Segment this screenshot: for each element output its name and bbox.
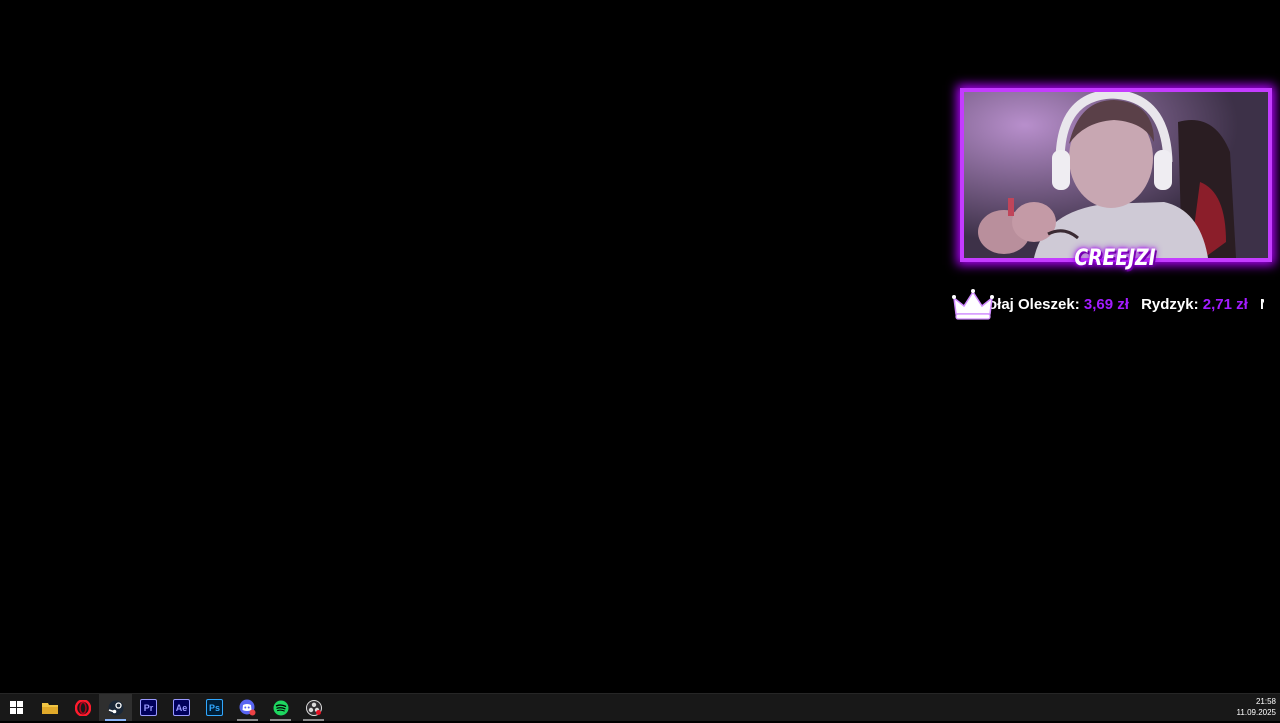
donation-amount: 2,71 zł [1202,296,1248,313]
clock-date: 11.09.2025 [1236,708,1276,717]
taskbar-opera[interactable] [66,694,99,721]
webcam-frame [960,88,1272,262]
donor-name: ołaj Oleszek: [988,296,1080,313]
after-effects-icon: Ae [173,699,190,716]
taskbar-after-effects[interactable]: Ae [165,694,198,721]
taskbar: Pr Ae Ps 21:58 11.09.2025 [0,693,1280,721]
streamer-name: CREEJZI [1074,246,1156,271]
donation-ticker: ołaj Oleszek: 3,69 zł Rydzyk: 2,71 zł N [950,288,1268,324]
start-button[interactable] [0,694,33,721]
taskbar-file-explorer[interactable] [33,694,66,721]
premiere-pro-icon: Pr [140,699,157,716]
ticker-track: ołaj Oleszek: 3,69 zł Rydzyk: 2,71 zł N [988,296,1264,313]
donor-name: N [1260,296,1264,313]
steam-icon [108,700,123,715]
donor-name: Rydzyk: [1141,296,1199,313]
taskbar-obs[interactable] [297,694,330,721]
donation-amount: 3,69 zł [1083,296,1129,313]
discord-icon [239,699,256,716]
taskbar-steam[interactable] [99,694,132,721]
taskbar-discord[interactable] [231,694,264,721]
spotify-icon [273,700,288,715]
taskbar-premiere-pro[interactable]: Pr [132,694,165,721]
running-indicator [270,719,291,721]
taskbar-spotify[interactable] [264,694,297,721]
folder-icon [41,702,58,714]
crown-icon [952,289,994,320]
windows-logo-icon [10,701,23,714]
webcam-feed [964,92,1268,258]
active-indicator [105,719,126,721]
taskbar-photoshop[interactable]: Ps [198,694,231,721]
opera-icon [74,699,91,716]
photoshop-icon: Ps [206,699,223,716]
system-clock[interactable]: 21:58 11.09.2025 [1216,694,1276,723]
clock-time: 21:58 [1255,697,1276,706]
obs-icon [305,699,322,716]
running-indicator [303,719,324,721]
running-indicator [237,719,258,721]
